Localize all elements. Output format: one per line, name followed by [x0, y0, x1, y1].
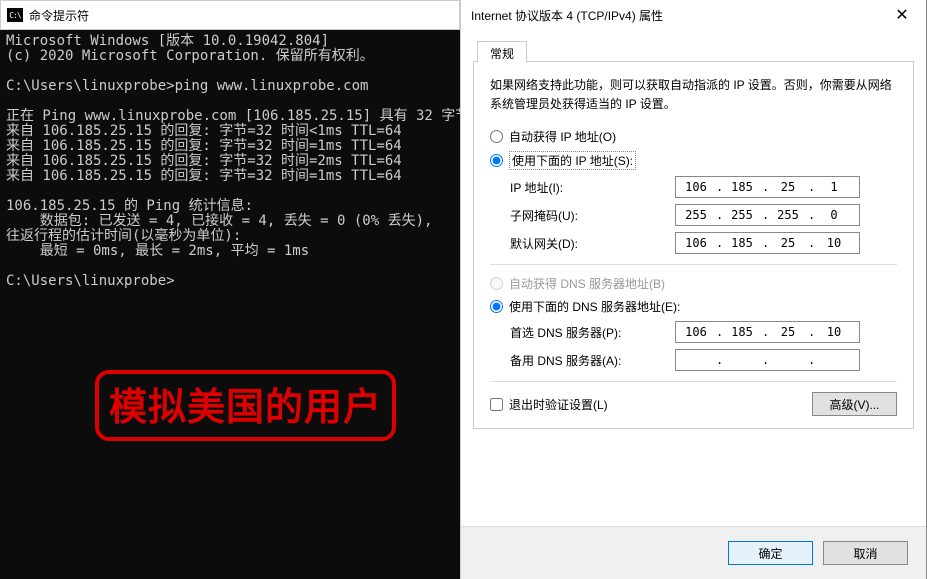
gateway-label: 默认网关(D): [510, 235, 675, 252]
cmd-output[interactable]: Microsoft Windows [版本 10.0.19042.804] (c… [0, 30, 460, 293]
ipv4-properties-dialog: Internet 协议版本 4 (TCP/IPv4) 属性 ✕ 常规 如果网络支… [460, 0, 927, 579]
subnet-mask-label: 子网掩码(U): [510, 207, 675, 224]
gateway-input[interactable]: 106. 185. 25. 10 [675, 232, 860, 254]
ip-address-input[interactable]: 106. 185. 25. 1 [675, 176, 860, 198]
close-icon[interactable]: ✕ [882, 5, 922, 25]
dns1-input[interactable]: 106. 185. 25. 10 [675, 321, 860, 343]
dialog-title-text: Internet 协议版本 4 (TCP/IPv4) 属性 [471, 7, 663, 24]
dns2-label: 备用 DNS 服务器(A): [510, 352, 675, 369]
dns1-label: 首选 DNS 服务器(P): [510, 324, 675, 341]
radio-ip-auto-input[interactable] [490, 130, 503, 143]
radio-dns-auto-label: 自动获得 DNS 服务器地址(B) [509, 275, 665, 292]
cmd-icon: C:\ [7, 8, 23, 22]
command-prompt-window: C:\ 命令提示符 Microsoft Windows [版本 10.0.190… [0, 0, 460, 579]
radio-dns-auto: 自动获得 DNS 服务器地址(B) [490, 275, 897, 292]
dialog-footer: 确定 取消 [461, 526, 926, 579]
dialog-titlebar[interactable]: Internet 协议版本 4 (TCP/IPv4) 属性 ✕ [461, 0, 926, 30]
dialog-panel: 如果网络支持此功能，则可以获取自动指派的 IP 设置。否则，你需要从网络系统管理… [473, 62, 914, 429]
cmd-titlebar[interactable]: C:\ 命令提示符 [0, 0, 460, 30]
validate-checkbox-input[interactable] [490, 398, 503, 411]
tab-strip: 常规 [473, 38, 914, 62]
ip-address-label: IP 地址(I): [510, 179, 675, 196]
subnet-mask-input[interactable]: 255. 255. 255. 0 [675, 204, 860, 226]
validate-label: 退出时验证设置(L) [509, 396, 608, 413]
advanced-button[interactable]: 高级(V)... [812, 392, 897, 416]
description-text: 如果网络支持此功能，则可以获取自动指派的 IP 设置。否则，你需要从网络系统管理… [490, 76, 897, 114]
tab-general[interactable]: 常规 [477, 41, 527, 63]
dns2-input[interactable]: . . . [675, 349, 860, 371]
radio-ip-auto[interactable]: 自动获得 IP 地址(O) [490, 128, 897, 145]
radio-ip-auto-label: 自动获得 IP 地址(O) [509, 128, 616, 145]
annotation-overlay: 模拟美国的用户 [95, 370, 396, 441]
radio-dns-manual-input[interactable] [490, 300, 503, 313]
radio-dns-auto-input [490, 277, 503, 290]
cancel-button[interactable]: 取消 [823, 541, 908, 565]
radio-ip-manual[interactable]: 使用下面的 IP 地址(S): [490, 151, 897, 170]
radio-dns-manual-label: 使用下面的 DNS 服务器地址(E): [509, 298, 680, 315]
radio-dns-manual[interactable]: 使用下面的 DNS 服务器地址(E): [490, 298, 897, 315]
ok-button[interactable]: 确定 [728, 541, 813, 565]
validate-checkbox[interactable]: 退出时验证设置(L) [490, 396, 608, 413]
radio-ip-manual-label: 使用下面的 IP 地址(S): [509, 151, 636, 170]
cmd-title-text: 命令提示符 [29, 7, 89, 24]
radio-ip-manual-input[interactable] [490, 154, 503, 167]
